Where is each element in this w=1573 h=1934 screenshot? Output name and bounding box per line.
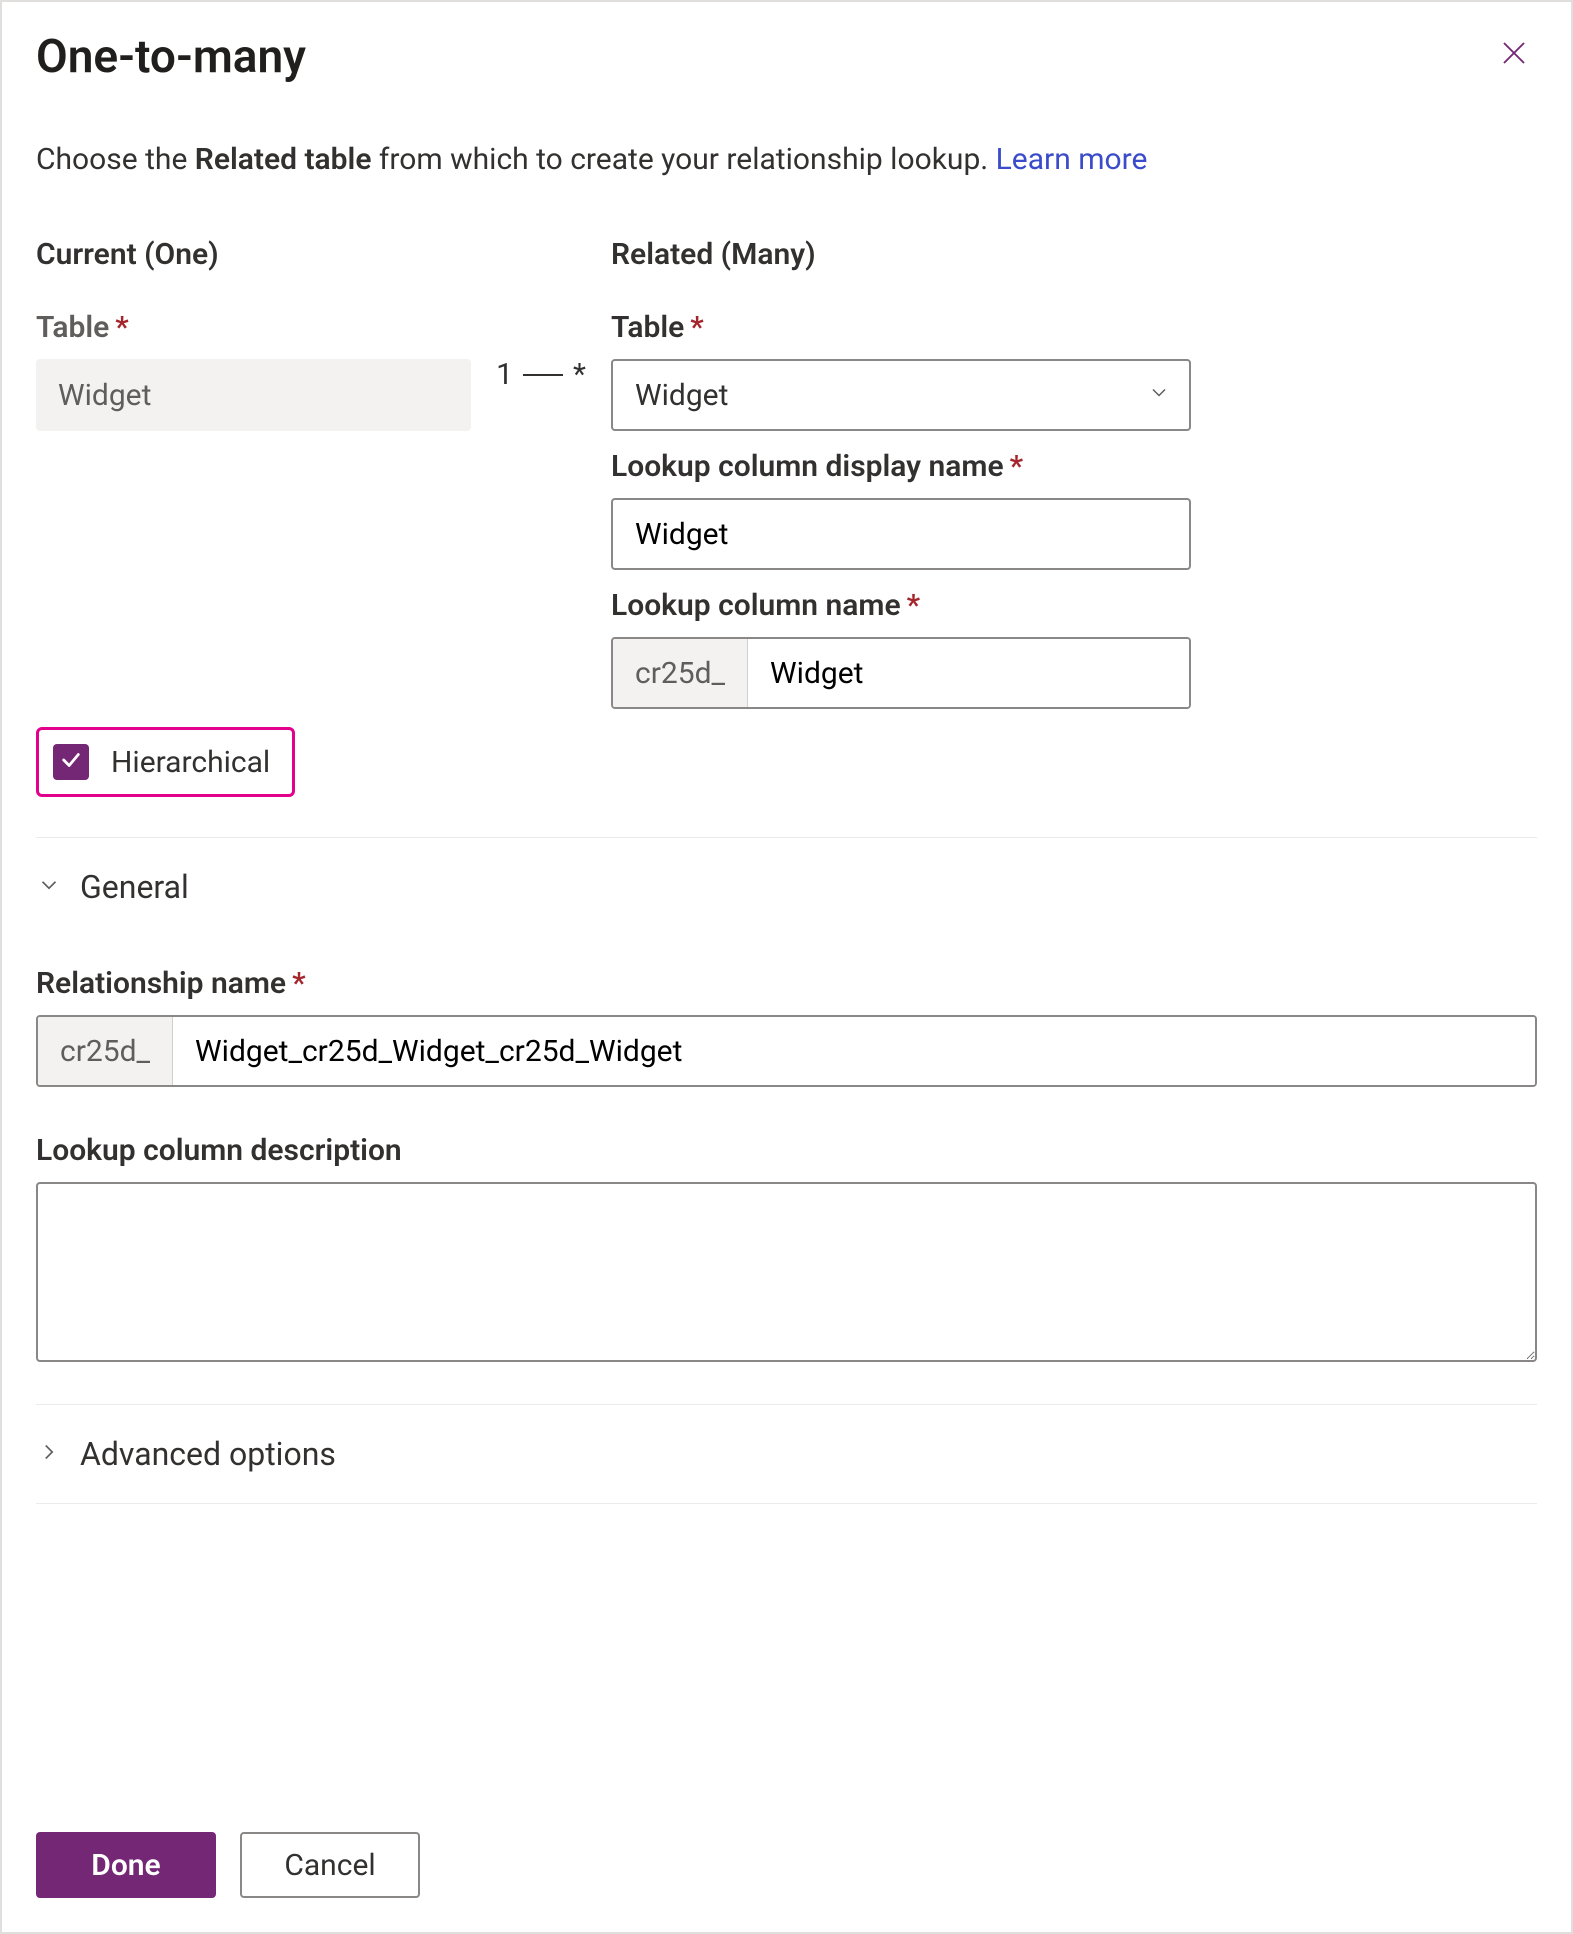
current-heading: Current (One) — [36, 237, 471, 272]
lookup-name-label-text: Lookup column name — [611, 588, 901, 623]
divider — [36, 1503, 1537, 1504]
general-section-toggle[interactable]: General — [36, 868, 1537, 906]
chevron-down-icon — [1147, 378, 1171, 413]
relationship-name-input[interactable] — [173, 1017, 1535, 1085]
one-to-many-panel: One-to-many Choose the Related table fro… — [0, 0, 1573, 1934]
relation-many: * — [573, 357, 586, 392]
lookup-name-input[interactable] — [748, 639, 1189, 707]
relation-indicator: 1 * — [471, 237, 611, 392]
related-table-label-text: Table — [611, 310, 684, 345]
related-table-label: Table* — [611, 310, 1191, 345]
related-table-select[interactable]: Widget — [611, 359, 1191, 431]
hierarchical-checkbox[interactable] — [53, 744, 89, 780]
intro-bold: Related table — [195, 142, 372, 177]
required-asterisk: * — [115, 310, 128, 345]
related-heading: Related (Many) — [611, 237, 1191, 272]
required-asterisk: * — [907, 588, 920, 623]
related-column: Related (Many) Table* Widget Lookup colu… — [611, 237, 1191, 709]
done-button[interactable]: Done — [36, 1832, 216, 1898]
current-table-label-text: Table — [36, 310, 109, 345]
intro-pre: Choose the — [36, 142, 195, 177]
checkmark-icon — [60, 749, 82, 775]
intro-post: from which to create your relationship l… — [371, 142, 995, 177]
current-table-label: Table* — [36, 310, 471, 345]
relationship-name-label-text: Relationship name — [36, 966, 286, 1001]
required-asterisk: * — [292, 966, 305, 1001]
required-asterisk: * — [690, 310, 703, 345]
close-button[interactable] — [1491, 30, 1537, 79]
hierarchical-highlight: Hierarchical — [36, 727, 295, 797]
relationship-name-label: Relationship name* — [36, 966, 1537, 1001]
relation-line-icon — [523, 374, 563, 376]
advanced-section-title: Advanced options — [80, 1435, 336, 1473]
advanced-section-toggle[interactable]: Advanced options — [36, 1435, 1537, 1473]
lookup-description-textarea[interactable] — [36, 1182, 1537, 1362]
spacer — [36, 1534, 1537, 1792]
lookup-name-prefix: cr25d_ — [613, 639, 748, 707]
relationship-name-input-group: cr25d_ — [36, 1015, 1537, 1087]
relation-symbol: 1 * — [496, 357, 586, 392]
intro-text: Choose the Related table from which to c… — [36, 140, 1537, 179]
tables-row: Current (One) Table* Widget 1 * Related … — [36, 237, 1537, 709]
relationship-name-prefix: cr25d_ — [38, 1017, 173, 1085]
relation-one: 1 — [496, 357, 513, 392]
lookup-description-label: Lookup column description — [36, 1133, 1537, 1168]
panel-header: One-to-many — [36, 30, 1537, 84]
chevron-down-icon — [36, 872, 62, 902]
lookup-display-label: Lookup column display name* — [611, 449, 1191, 484]
lookup-display-label-text: Lookup column display name — [611, 449, 1004, 484]
required-asterisk: * — [1010, 449, 1023, 484]
lookup-display-input[interactable] — [611, 498, 1191, 570]
learn-more-link[interactable]: Learn more — [996, 142, 1148, 177]
relationship-name-field: Relationship name* cr25d_ — [36, 948, 1537, 1087]
cancel-button[interactable]: Cancel — [240, 1832, 420, 1898]
divider — [36, 837, 1537, 838]
current-column: Current (One) Table* Widget — [36, 237, 471, 431]
current-table-value: Widget — [36, 359, 471, 431]
hierarchical-label[interactable]: Hierarchical — [111, 745, 270, 780]
lookup-name-label: Lookup column name* — [611, 588, 1191, 623]
lookup-name-input-group: cr25d_ — [611, 637, 1191, 709]
close-icon — [1499, 38, 1529, 71]
related-table-value: Widget — [635, 378, 728, 413]
lookup-description-field: Lookup column description — [36, 1115, 1537, 1366]
panel-title: One-to-many — [36, 30, 306, 84]
chevron-right-icon — [36, 1439, 62, 1469]
general-section-title: General — [80, 868, 189, 906]
divider — [36, 1404, 1537, 1405]
panel-footer: Done Cancel — [36, 1792, 1537, 1898]
